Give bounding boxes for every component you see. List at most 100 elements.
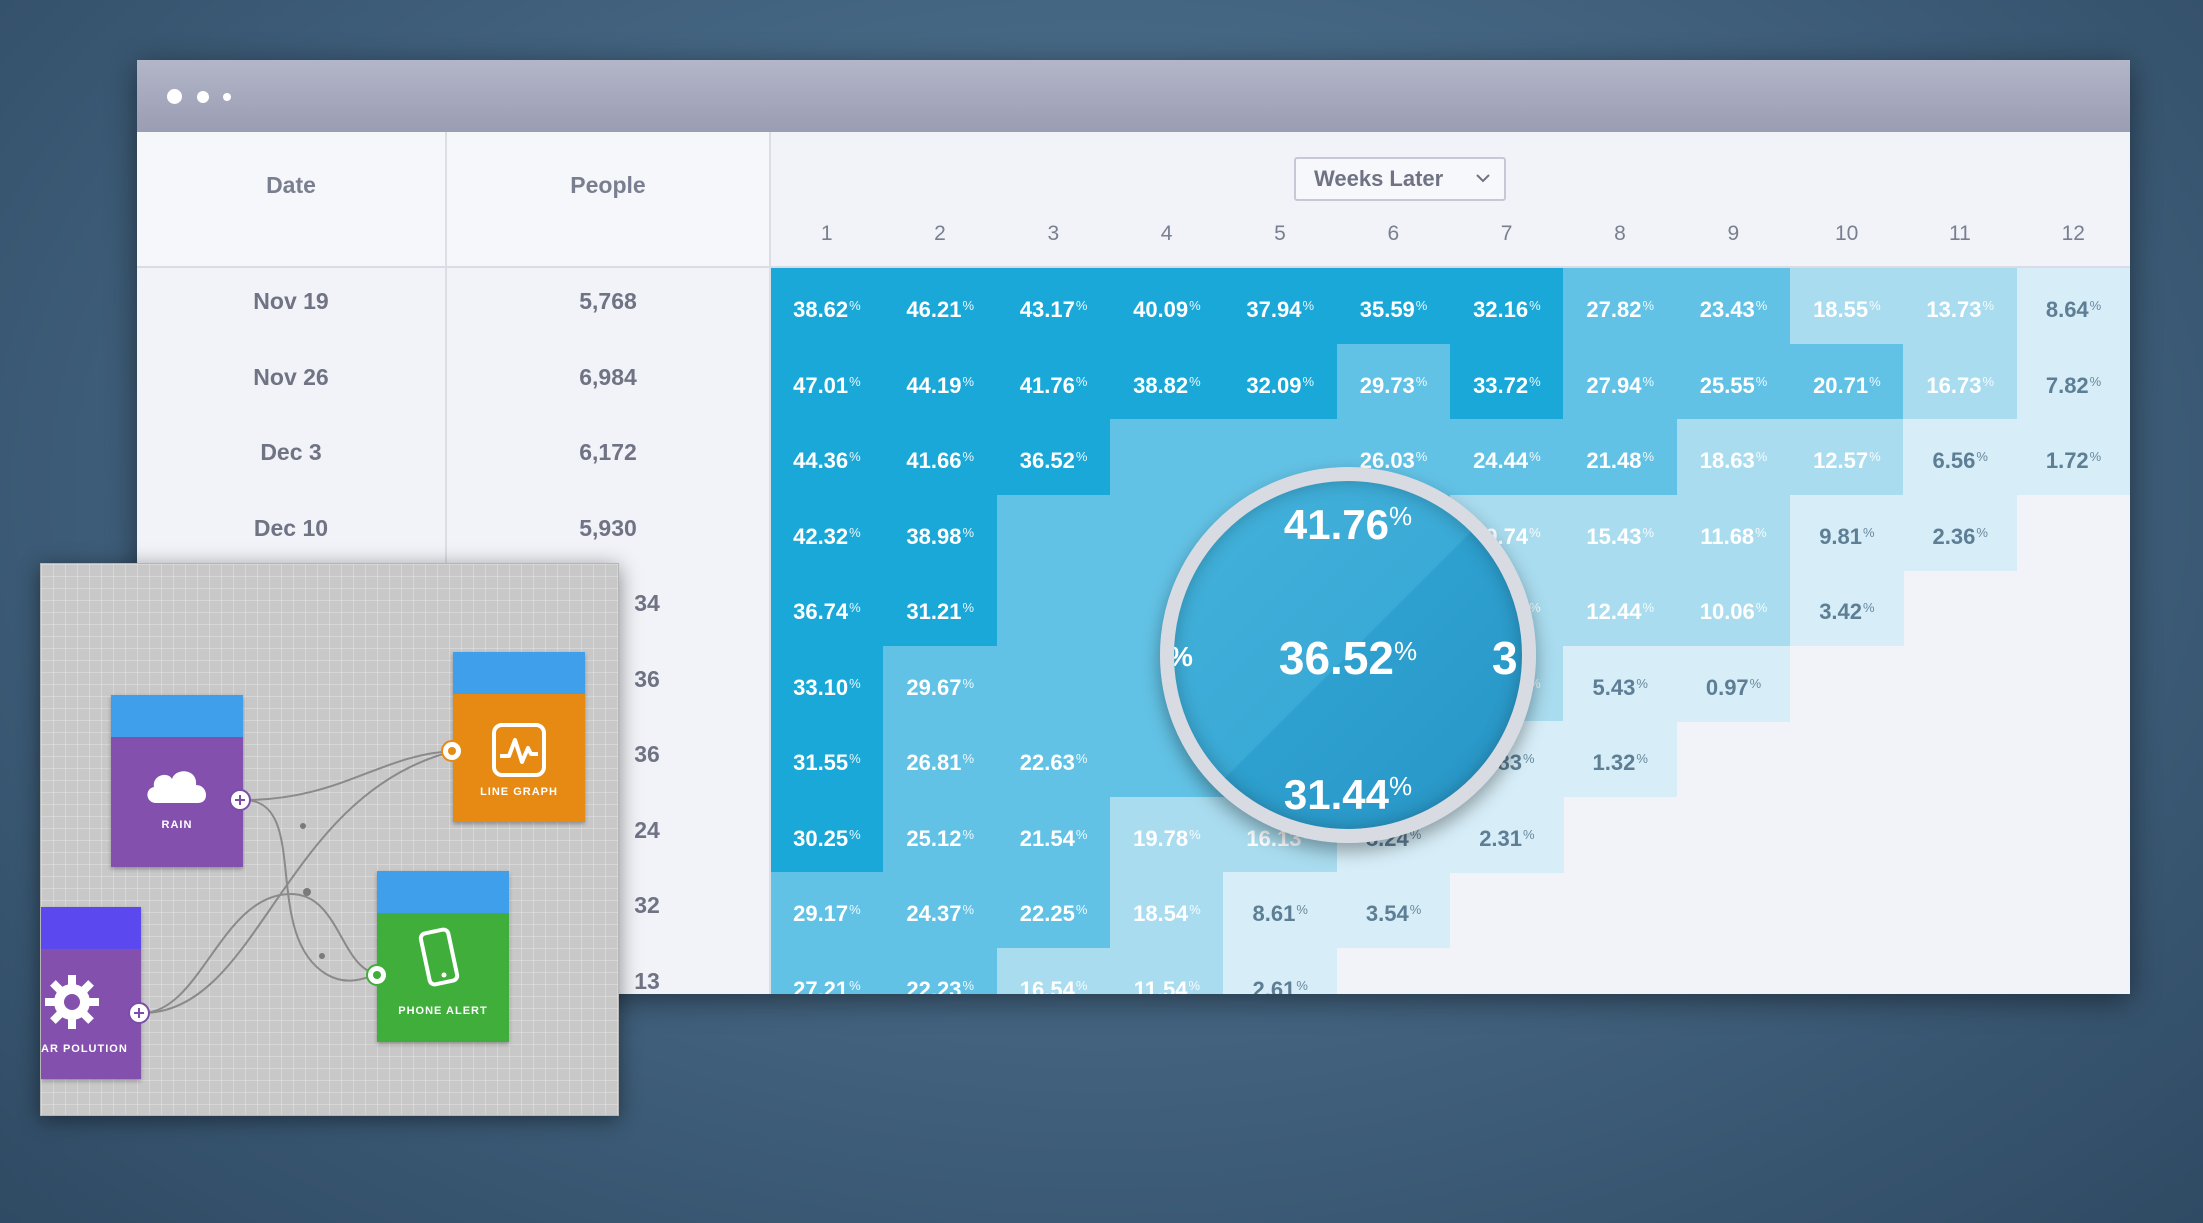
- retention-cell[interactable]: 32.09%: [1223, 343, 1338, 420]
- retention-cell[interactable]: 2.36%: [1903, 494, 2018, 571]
- retention-cell[interactable]: 18.54%: [1109, 872, 1224, 948]
- chevron-down-icon: [1476, 174, 1490, 183]
- retention-cell[interactable]: 25.55%: [1676, 343, 1791, 420]
- retention-cell[interactable]: 41.76%: [996, 343, 1111, 420]
- retention-cell[interactable]: 31.55%: [770, 721, 884, 797]
- window-zoom-dot[interactable]: [223, 93, 231, 101]
- week-number-3: 3: [1047, 222, 1060, 245]
- retention-cell[interactable]: 29.67%: [883, 645, 998, 722]
- node-phone-alert-input-port[interactable]: [366, 964, 388, 986]
- retention-cell[interactable]: 33.72%: [1449, 343, 1564, 420]
- node-polution-label: AR POLUTION: [41, 1043, 128, 1055]
- weeks-later-dropdown[interactable]: Weeks Later: [1294, 157, 1506, 201]
- retention-cell[interactable]: 21.48%: [1563, 419, 1678, 495]
- magnifier-top-value: 41.76%: [1283, 501, 1413, 548]
- week-number-6: 6: [1387, 222, 1400, 245]
- retention-cell[interactable]: 26.81%: [883, 721, 998, 797]
- retention-cell[interactable]: 18.63%: [1676, 419, 1791, 495]
- retention-cell[interactable]: 47.01%: [770, 343, 884, 420]
- retention-cell[interactable]: 36.74%: [770, 570, 884, 646]
- retention-cell[interactable]: [1109, 419, 1224, 495]
- retention-cell[interactable]: 12.44%: [1563, 570, 1678, 646]
- retention-cell[interactable]: 24.44%: [1449, 419, 1564, 495]
- retention-cell[interactable]: 32.16%: [1449, 268, 1564, 344]
- retention-cell[interactable]: 33.10%: [770, 645, 884, 722]
- retention-cell[interactable]: [996, 645, 1111, 722]
- retention-cell[interactable]: 44.36%: [770, 419, 884, 495]
- retention-cell[interactable]: 40.09%: [1109, 268, 1224, 344]
- retention-cell[interactable]: 9.81%: [1789, 494, 1904, 571]
- retention-cell[interactable]: 7.82%: [2016, 343, 2130, 420]
- row-date: Dec 3: [260, 439, 322, 465]
- retention-cell[interactable]: 44.19%: [883, 343, 998, 420]
- retention-cell[interactable]: 8.64%: [2016, 268, 2130, 344]
- node-phone-alert-label: PHONE ALERT: [398, 1005, 488, 1017]
- retention-cell[interactable]: 29.17%: [770, 872, 884, 948]
- retention-cell[interactable]: 5.43%: [1563, 645, 1678, 722]
- retention-cell[interactable]: 36.52%: [996, 419, 1111, 495]
- people-column-header[interactable]: People: [447, 172, 769, 199]
- retention-cell[interactable]: 22.23%: [883, 947, 998, 994]
- retention-cell[interactable]: 11.54%: [1109, 947, 1224, 994]
- retention-cell[interactable]: 27.21%: [770, 947, 884, 994]
- node-rain-output-port[interactable]: [229, 789, 251, 811]
- retention-cell[interactable]: 29.73%: [1336, 343, 1451, 420]
- retention-cell[interactable]: 25.12%: [883, 796, 998, 873]
- retention-cell[interactable]: 2.61%: [1223, 947, 1338, 994]
- retention-cell[interactable]: 1.72%: [2016, 419, 2130, 495]
- retention-cell[interactable]: 46.21%: [883, 268, 998, 344]
- retention-cell[interactable]: 21.54%: [996, 796, 1111, 873]
- retention-cell[interactable]: 1.32%: [1563, 721, 1678, 797]
- magnifier-lens[interactable]: 41.76% 36.52% % 3 31.44%: [1160, 467, 1536, 843]
- retention-cell[interactable]: 13.73%: [1903, 268, 2018, 344]
- retention-cell[interactable]: 38.82%: [1109, 343, 1224, 420]
- node-polution-output-port[interactable]: [128, 1002, 150, 1024]
- magnifier-center-value: 36.52%: [1278, 632, 1418, 684]
- retention-cell[interactable]: 6.56%: [1903, 419, 2018, 495]
- retention-cell[interactable]: 42.32%: [770, 494, 884, 571]
- retention-cell[interactable]: 0.97%: [1676, 645, 1791, 722]
- table-header-left: [137, 132, 770, 268]
- retention-cell[interactable]: 27.94%: [1563, 343, 1678, 420]
- retention-cell[interactable]: 15.43%: [1563, 494, 1678, 571]
- retention-cell[interactable]: 3.54%: [1336, 872, 1451, 948]
- week-number-11: 11: [1949, 222, 1971, 245]
- node-phone-alert[interactable]: PHONE ALERT: [377, 871, 509, 1042]
- retention-cell[interactable]: 12.57%: [1789, 419, 1904, 495]
- retention-cell[interactable]: 16.54%: [996, 947, 1111, 994]
- retention-cell[interactable]: 41.66%: [883, 419, 998, 495]
- retention-cell[interactable]: 24.37%: [883, 872, 998, 948]
- window-close-dot[interactable]: [167, 89, 182, 104]
- retention-cell[interactable]: 35.59%: [1336, 268, 1451, 344]
- week-number-5: 5: [1274, 222, 1286, 245]
- node-line-graph-input-port[interactable]: [441, 740, 463, 762]
- retention-cell[interactable]: [996, 570, 1111, 646]
- retention-cell[interactable]: 10.06%: [1676, 570, 1791, 646]
- retention-cell[interactable]: 16.73%: [1903, 343, 2018, 420]
- retention-cell[interactable]: 8.61%: [1223, 872, 1338, 948]
- retention-cell[interactable]: 38.98%: [883, 494, 998, 571]
- flow-editor-panel: RAIN LINE GRAPH PHONE ALERT AR POLUTION: [40, 563, 619, 1116]
- row-people-count: 5,930: [579, 514, 637, 541]
- retention-cell[interactable]: 23.43%: [1676, 268, 1791, 344]
- row-people-count: 34: [634, 590, 660, 616]
- week-number-9: 9: [1727, 222, 1740, 245]
- retention-cell[interactable]: 37.94%: [1223, 268, 1338, 344]
- retention-cell[interactable]: 43.17%: [996, 268, 1111, 344]
- retention-cell[interactable]: 22.25%: [996, 872, 1111, 948]
- retention-cell[interactable]: 22.63%: [996, 721, 1111, 797]
- retention-cell[interactable]: 18.55%: [1789, 268, 1904, 344]
- retention-cell[interactable]: 31.21%: [883, 570, 998, 646]
- retention-cell[interactable]: 27.82%: [1563, 268, 1678, 344]
- node-line-graph[interactable]: LINE GRAPH: [453, 652, 585, 822]
- node-polution[interactable]: AR POLUTION: [41, 907, 141, 1079]
- node-rain[interactable]: RAIN: [111, 695, 243, 867]
- retention-cell[interactable]: 3.42%: [1789, 570, 1904, 646]
- retention-cell[interactable]: [996, 494, 1111, 571]
- retention-cell[interactable]: 11.68%: [1676, 494, 1791, 571]
- retention-cell[interactable]: 30.25%: [770, 796, 884, 873]
- retention-cell[interactable]: 20.71%: [1789, 343, 1904, 420]
- retention-cell[interactable]: 38.62%: [770, 268, 884, 344]
- date-column-header[interactable]: Date: [137, 172, 445, 199]
- window-minimize-dot[interactable]: [197, 91, 209, 103]
